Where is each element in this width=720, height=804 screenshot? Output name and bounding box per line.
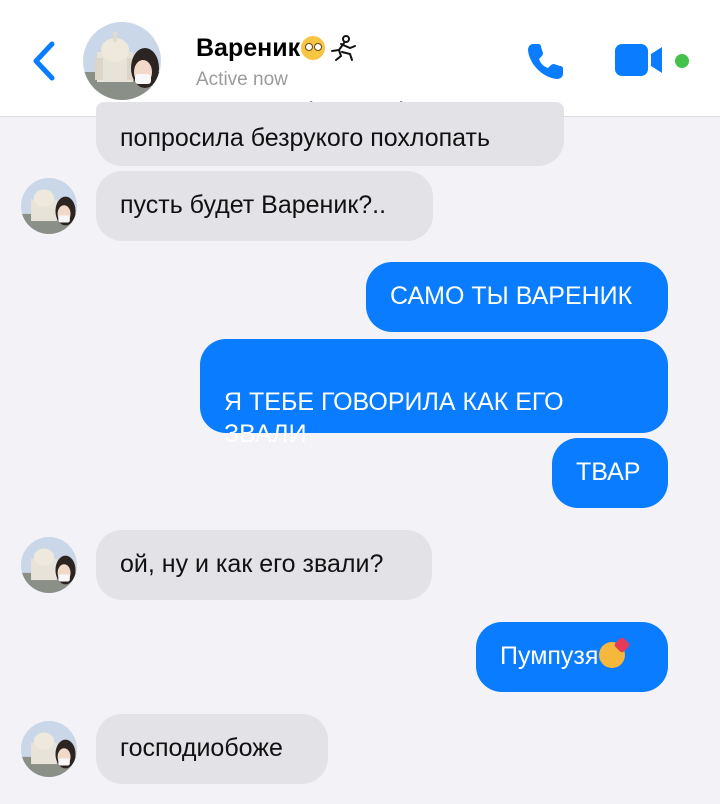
- message-text: Я ТЕБЕ ГОВОРИЛА КАК ЕГО ЗВАЛИ: [224, 388, 564, 448]
- message-bubble-incoming[interactable]: пусть будет Вареник?..: [96, 171, 433, 241]
- message-bubble-outgoing[interactable]: Пумпузя: [476, 622, 668, 692]
- runner-emoji-icon: [331, 35, 357, 61]
- message-text: попросила безрукого похлопать: [120, 124, 491, 152]
- hugging-face-emoji-icon: [599, 642, 626, 668]
- message-bubble-outgoing[interactable]: ТВАР: [552, 438, 668, 508]
- contact-avatar-small: [21, 537, 77, 593]
- rolling-eyes-emoji-icon: [301, 36, 326, 60]
- message-bubble-incoming[interactable]: господиобоже: [96, 714, 328, 784]
- contact-avatar-small: [21, 178, 77, 234]
- phone-call-icon[interactable]: [525, 40, 567, 82]
- contact-name[interactable]: Вареник: [196, 34, 300, 63]
- message-bubble-incoming[interactable]: попросила безрукого похлопать: [96, 102, 564, 166]
- message-bubble-incoming[interactable]: ой, ну и как его звали?: [96, 530, 432, 600]
- message-bubble-outgoing[interactable]: САМО ТЫ ВАРЕНИК: [366, 262, 668, 332]
- message-text: пусть будет Вареник?..: [120, 191, 387, 219]
- chat-header: Вареник Active now Chat Story Maker: [0, 0, 720, 117]
- message-text: господиобоже: [120, 734, 283, 762]
- presence-status: Active now: [196, 69, 288, 90]
- message-text: ТВАР: [576, 458, 641, 486]
- contact-avatar-small: [21, 721, 77, 777]
- message-text: ой, ну и как его звали?: [120, 550, 384, 578]
- online-indicator: [675, 54, 689, 68]
- contact-avatar[interactable]: [83, 22, 161, 100]
- message-text: Пумпузя: [500, 642, 599, 670]
- message-bubble-outgoing[interactable]: Я ТЕБЕ ГОВОРИЛА КАК ЕГО ЗВАЛИ: [200, 339, 668, 448]
- video-call-icon[interactable]: [615, 44, 665, 76]
- message-text: САМО ТЫ ВАРЕНИК: [390, 282, 633, 310]
- back-chevron-icon[interactable]: [28, 38, 62, 84]
